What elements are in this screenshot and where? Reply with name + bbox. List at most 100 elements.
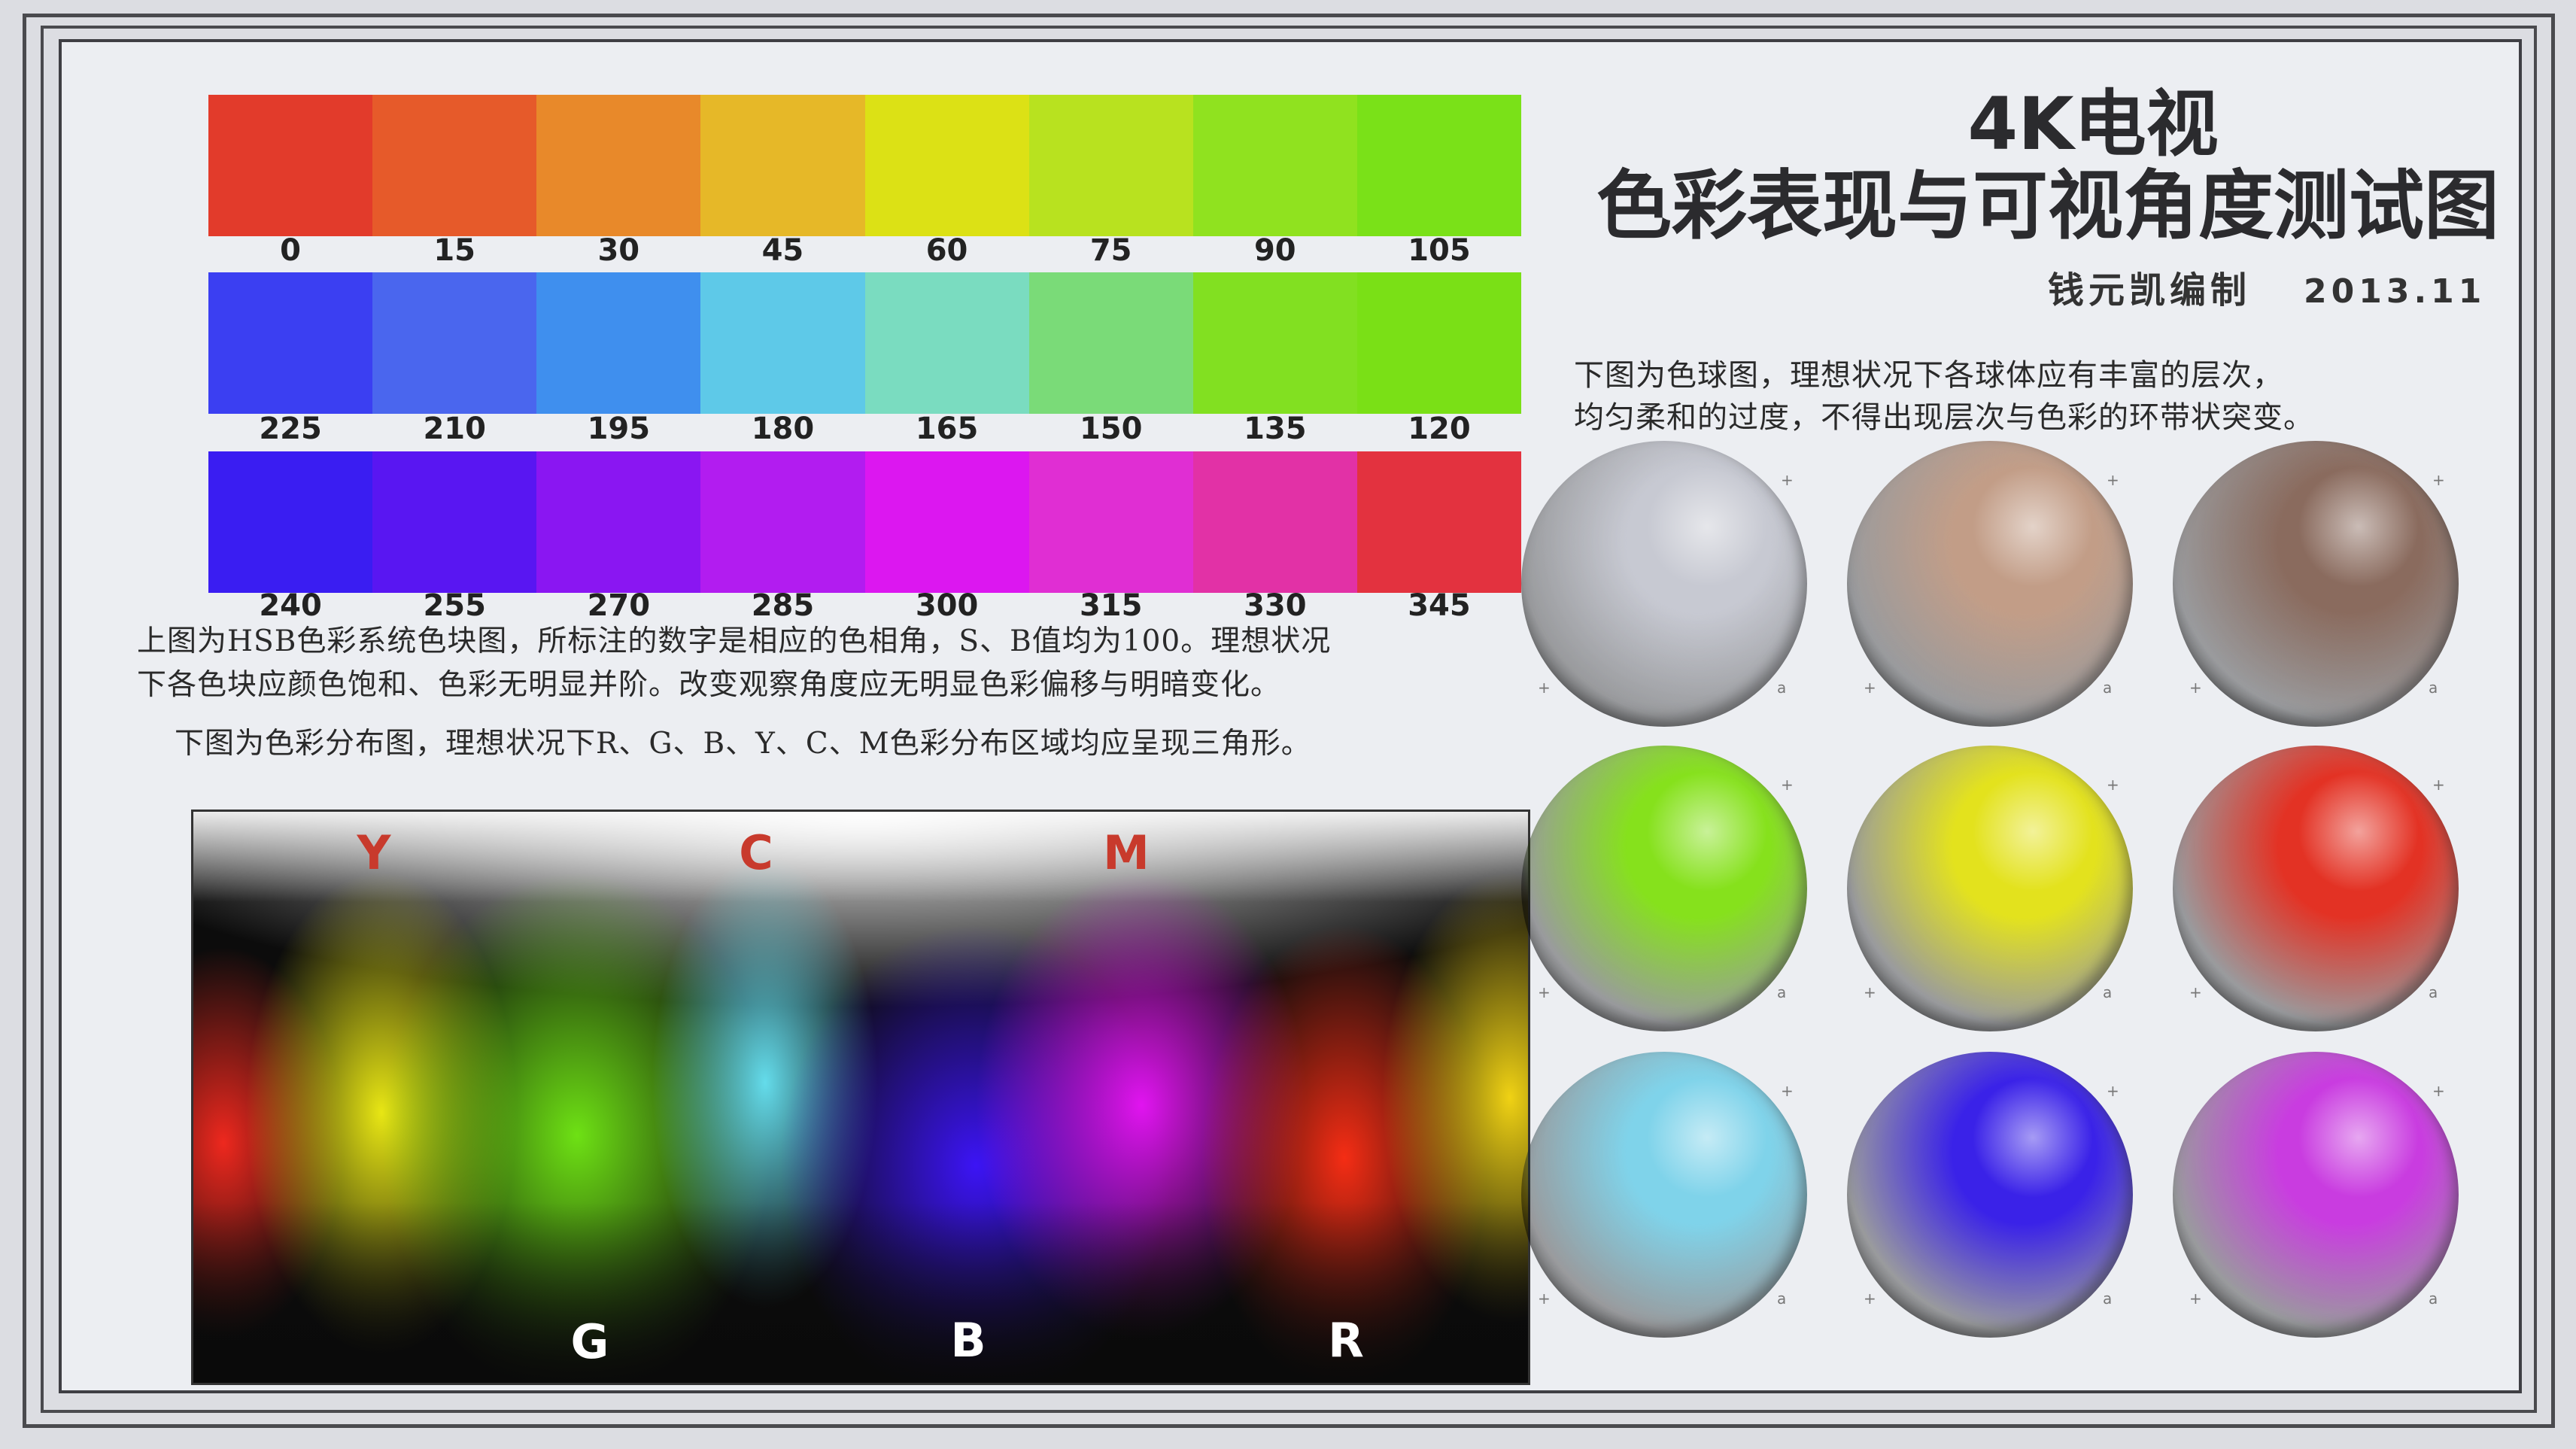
hue-angle-label: 120 — [1408, 412, 1471, 446]
hue-angle-label: 345 — [1408, 588, 1471, 623]
date: 2013.11 — [2304, 272, 2486, 311]
hue-swatch — [864, 272, 1029, 414]
hue-swatch — [536, 272, 701, 414]
hue-swatch — [1356, 451, 1521, 593]
hue-swatch — [1028, 95, 1193, 236]
registration-mark: + — [2107, 1082, 2119, 1100]
author-credit: 钱元凯编制 — [2048, 269, 2252, 311]
color-sphere-yellow — [1847, 746, 2133, 1031]
color-distribution-chart: Y C M G B R — [191, 810, 1530, 1385]
label-r: R — [1328, 1313, 1364, 1368]
registration-mark: a — [2429, 1290, 2438, 1308]
hue-angle-label: 225 — [259, 412, 322, 446]
hue-swatch — [536, 95, 701, 236]
hue-swatch — [864, 95, 1029, 236]
registration-mark: a — [1777, 983, 1787, 1001]
registration-mark: a — [2429, 679, 2438, 697]
screen: 0 15 30 45 60 75 90 105 225 210 195 180 165 150 135 12… — [0, 0, 2576, 1449]
registration-mark: a — [2103, 1290, 2113, 1308]
label-c: C — [739, 825, 773, 880]
registration-mark: + — [1864, 679, 1876, 697]
hue-angle-label: 90 — [1253, 233, 1296, 268]
color-sphere-magenta — [2173, 1052, 2459, 1338]
color-sphere-blue — [1847, 1052, 2133, 1338]
color-sphere-tan — [1847, 441, 2133, 727]
hue-labels-row-1: 0 15 30 45 60 75 90 105 — [208, 232, 1521, 269]
distribution-description: 下图为色彩分布图，理想状况下R、G、B、Y、C、M色彩分布区域均应呈现三角形。 — [175, 727, 1311, 761]
hue-swatch — [372, 272, 537, 414]
registration-mark: + — [1864, 983, 1876, 1001]
label-b: B — [950, 1313, 986, 1368]
title-line-2: 色彩表现与可视角度测试图 — [1596, 162, 2499, 250]
registration-mark: a — [1777, 1290, 1787, 1308]
hue-angle-label: 105 — [1408, 233, 1471, 268]
registration-mark: a — [2103, 983, 2113, 1001]
registration-mark: + — [2432, 471, 2445, 489]
hue-angle-label: 210 — [423, 412, 486, 446]
hue-angle-label: 0 — [280, 233, 301, 268]
hue-swatch — [1192, 95, 1357, 236]
hsb-description-line-1: 上图为HSB色彩系统色块图，所标注的数字是相应的色相角，S、B值均为100。理想… — [137, 624, 1332, 658]
hue-angle-label: 45 — [761, 233, 804, 268]
hue-angle-label: 195 — [587, 412, 651, 446]
hue-swatch — [208, 272, 373, 414]
registration-mark: + — [2189, 679, 2202, 697]
hue-swatch — [1356, 95, 1521, 236]
hue-swatch — [700, 95, 865, 236]
registration-mark: a — [1777, 679, 1787, 697]
color-sphere-brown — [2173, 441, 2459, 727]
hue-swatch — [1192, 451, 1357, 593]
registration-mark: a — [2103, 679, 2113, 697]
registration-mark: + — [1538, 1290, 1551, 1308]
registration-mark: + — [1538, 679, 1551, 697]
registration-mark: + — [1864, 1290, 1876, 1308]
hue-angle-label: 270 — [587, 588, 651, 623]
hue-angle-label: 30 — [597, 233, 640, 268]
registration-mark: + — [2107, 776, 2119, 794]
color-sphere-cyan — [1521, 1052, 1807, 1338]
hue-swatch — [1028, 451, 1193, 593]
hue-strip-row-2 — [208, 272, 1521, 414]
registration-mark: + — [1781, 471, 1794, 489]
hue-angle-label: 165 — [915, 412, 979, 446]
hue-strip-row-3 — [208, 451, 1521, 593]
test-chart-panel: 0 15 30 45 60 75 90 105 225 210 195 180 165 150 135 12… — [59, 39, 2522, 1393]
hue-labels-row-2: 225 210 195 180 165 150 135 120 — [208, 410, 1521, 448]
registration-mark: + — [2189, 1290, 2202, 1308]
sphere-description-line-2: 均匀柔和的过度，不得出现层次与色彩的环带状突变。 — [1574, 400, 2314, 435]
hue-swatch — [864, 451, 1029, 593]
hue-swatch — [536, 451, 701, 593]
hue-angle-label: 180 — [751, 412, 815, 446]
sphere-description-line-1: 下图为色球图，理想状况下各球体应有丰富的层次， — [1574, 358, 2283, 393]
label-y: Y — [357, 825, 391, 880]
hue-angle-label: 315 — [1079, 588, 1143, 623]
hue-swatch — [1356, 272, 1521, 414]
color-sphere-red — [2173, 746, 2459, 1031]
registration-mark: + — [1781, 1082, 1794, 1100]
color-sphere-gray — [1521, 441, 1807, 727]
hue-angle-label: 75 — [1089, 233, 1132, 268]
hue-angle-label: 60 — [925, 233, 968, 268]
hue-angle-label: 150 — [1079, 412, 1143, 446]
hue-swatch — [208, 451, 373, 593]
registration-mark: a — [2429, 983, 2438, 1001]
registration-mark: + — [2189, 983, 2202, 1001]
label-m: M — [1103, 825, 1150, 880]
hue-swatch — [208, 95, 373, 236]
hue-swatch — [700, 451, 865, 593]
registration-mark: + — [1781, 776, 1794, 794]
hue-angle-label: 15 — [433, 233, 476, 268]
hue-angle-label: 330 — [1244, 588, 1307, 623]
title-line-1: 4K电视 — [1967, 82, 2219, 166]
hue-swatch — [372, 451, 537, 593]
hue-swatch — [372, 95, 537, 236]
registration-mark: + — [2432, 776, 2445, 794]
hsb-description-line-2: 下各色块应颜色饱和、色彩无明显并阶。改变观察角度应无明显色彩偏移与明暗变化。 — [137, 668, 1281, 702]
hue-swatch — [1028, 272, 1193, 414]
registration-mark: + — [2432, 1082, 2445, 1100]
hue-angle-label: 240 — [259, 588, 322, 623]
hue-angle-label: 135 — [1244, 412, 1307, 446]
color-sphere-green — [1521, 746, 1807, 1031]
hue-swatch — [700, 272, 865, 414]
hue-angle-label: 300 — [915, 588, 979, 623]
